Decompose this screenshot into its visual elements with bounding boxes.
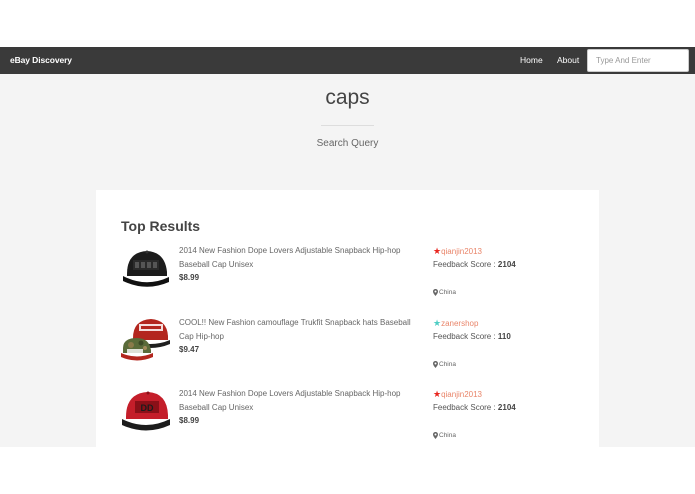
result-item: 2014 New Fashion Dope Lovers Adjustable … (121, 244, 581, 314)
star-icon: ★ (433, 389, 442, 399)
svg-text:DD: DD (141, 403, 154, 413)
result-title[interactable]: 2014 New Fashion Dope Lovers Adjustable … (179, 244, 415, 272)
map-pin-icon (433, 361, 438, 368)
seller-link[interactable]: qianjin2013 (441, 390, 482, 399)
search-input[interactable] (587, 49, 689, 72)
search-query-title: caps (325, 86, 370, 109)
brand-logo[interactable]: eBay Discovery (10, 55, 72, 65)
results-card: Top Results 2014 New Fashion Dope Lovers… (96, 190, 599, 447)
product-image-camouflage-cap[interactable] (121, 316, 171, 365)
location: China (433, 289, 456, 296)
result-price: $8.99 (179, 416, 200, 425)
result-item: COOL!! New Fashion camouflage Trukfit Sn… (121, 316, 581, 386)
location-text: China (439, 432, 456, 439)
product-image-black-cap[interactable] (121, 244, 171, 293)
feedback-label: Feedback Score : (433, 260, 498, 269)
nav-about-link[interactable]: About (557, 55, 579, 65)
product-image-red-cap[interactable]: DD (121, 387, 171, 436)
location: China (433, 361, 456, 368)
seller-link[interactable]: zanershop (441, 319, 478, 328)
seller-info: ★qianjin2013 (433, 244, 482, 259)
feedback-value: 2104 (497, 260, 516, 269)
map-pin-icon (433, 432, 438, 439)
result-item: DD 2014 New Fashion Dope Lovers Adjustab… (121, 387, 581, 447)
result-title[interactable]: 2014 New Fashion Dope Lovers Adjustable … (179, 387, 415, 415)
feedback-value: 2104 (497, 403, 516, 412)
seller-info: ★zanershop (433, 316, 478, 331)
feedback-score: Feedback Score : 110 (433, 332, 511, 341)
result-price: $8.99 (179, 273, 200, 282)
seller-info: ★qianjin2013 (433, 387, 482, 402)
location-text: China (439, 289, 456, 296)
star-icon: ★ (433, 318, 442, 328)
main-content: caps Search Query Top Results 2014 New F… (0, 74, 695, 447)
search-query-label: Search Query (316, 138, 379, 149)
result-title[interactable]: COOL!! New Fashion camouflage Trukfit Sn… (179, 316, 415, 344)
results-heading: Top Results (121, 218, 201, 234)
map-pin-icon (433, 289, 438, 296)
navbar: eBay Discovery Home About (0, 47, 695, 74)
result-price: $9.47 (179, 345, 200, 354)
star-icon: ★ (433, 246, 442, 256)
feedback-label: Feedback Score : (433, 403, 498, 412)
feedback-score: Feedback Score : 2104 (433, 260, 516, 269)
location-text: China (439, 361, 456, 368)
nav-home-link[interactable]: Home (520, 55, 543, 65)
feedback-value: 110 (497, 332, 511, 341)
feedback-label: Feedback Score : (433, 332, 498, 341)
divider (321, 125, 374, 126)
feedback-score: Feedback Score : 2104 (433, 403, 516, 412)
location: China (433, 432, 456, 439)
seller-link[interactable]: qianjin2013 (441, 247, 482, 256)
